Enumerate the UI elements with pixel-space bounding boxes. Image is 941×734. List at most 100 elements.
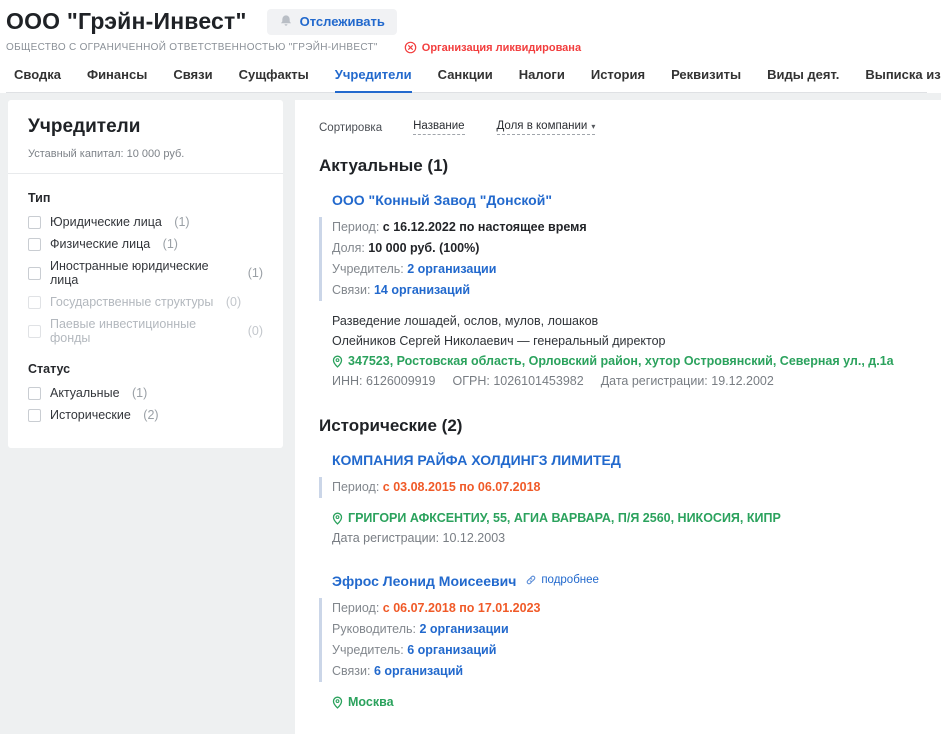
detail-row: Учредитель: 2 организации xyxy=(332,259,917,280)
filter-item-count: (1) xyxy=(174,215,189,229)
tab-vidy-deyat[interactable]: Виды деят. xyxy=(767,67,839,92)
filter-item-count: (1) xyxy=(132,386,147,400)
map-pin-icon xyxy=(332,696,343,709)
checkbox-foreign-legal-entities[interactable] xyxy=(28,267,41,280)
company-header: ООО "Грэйн-Инвест" Отслеживать ОБЩЕСТВО … xyxy=(0,0,941,93)
sort-label: Сортировка xyxy=(319,122,382,134)
founder-card: КОМПАНИЯ РАЙФА ХОЛДИНГЗ ЛИМИТЕД Период: с… xyxy=(319,452,917,546)
meta-item: Дата регистрации: 19.12.2002 xyxy=(601,373,774,389)
follow-button[interactable]: Отслеживать xyxy=(267,9,397,35)
tab-sankcii[interactable]: Санкции xyxy=(438,67,493,92)
filter-item-individuals[interactable]: Физические лица (1) xyxy=(28,237,263,251)
sort-options: Название Доля в компании▾ xyxy=(413,120,595,135)
detail-row: Период: с 03.08.2015 по 06.07.2018 xyxy=(332,477,917,498)
charter-capital: Уставный капитал: 10 000 руб. xyxy=(28,148,263,173)
info-block: Разведение лошадей, ослов, мулов, лошако… xyxy=(332,313,917,389)
page-content: Учредители Уставный капитал: 10 000 руб.… xyxy=(0,93,941,734)
meta-item: Дата регистрации: 10.12.2003 xyxy=(332,530,505,546)
page-title: ООО "Грэйн-Инвест" xyxy=(6,8,247,35)
founder-card: ООО "Конный Завод "Донской" Период: с 16.… xyxy=(319,192,917,389)
founder-sections: Актуальные (1) ООО "Конный Завод "Донской… xyxy=(319,156,917,710)
detail-label: Руководитель: xyxy=(332,622,419,636)
filter-item-foreign-legal-entities[interactable]: Иностранные юридические лица (1) xyxy=(28,259,263,287)
map-pin-icon xyxy=(332,512,343,525)
address-line: ГРИГОРИ АФКСЕНТИУ, 55, АГИА ВАРВАРА, П/Я… xyxy=(332,510,917,526)
filter-item-count: (1) xyxy=(163,237,178,251)
checkbox-investment-funds xyxy=(28,325,41,338)
address-text: 347523, Ростовская область, Орловский ра… xyxy=(348,353,894,369)
filter-item-label: Актуальные xyxy=(50,386,123,400)
founder-link[interactable]: КОМПАНИЯ РАЙФА ХОЛДИНГЗ ЛИМИТЕД xyxy=(332,452,621,468)
info-block: Москва xyxy=(332,694,917,710)
checkbox-individuals[interactable] xyxy=(28,238,41,251)
filter-item-count: (0) xyxy=(248,324,263,338)
address-text: Москва xyxy=(348,694,394,710)
detail-row: Связи: 6 организаций xyxy=(332,661,917,682)
detail-value: с 16.12.2022 по настоящее время xyxy=(383,220,587,234)
info-text-line: Олейников Сергей Николаевич — генеральны… xyxy=(332,333,917,349)
caret-down-icon: ▾ xyxy=(591,122,595,131)
link-icon xyxy=(525,574,537,586)
filter-item-historical[interactable]: Исторические (2) xyxy=(28,408,263,422)
address-text: ГРИГОРИ АФКСЕНТИУ, 55, АГИА ВАРВАРА, П/Я… xyxy=(348,510,781,526)
detail-label: Связи: xyxy=(332,283,374,297)
filter-item-legal-entities[interactable]: Юридические лица (1) xyxy=(28,215,263,229)
filter-item-label: Государственные структуры xyxy=(50,295,217,309)
detail-label: Связи: xyxy=(332,664,374,678)
detail-label: Доля: xyxy=(332,241,368,255)
filter-item-label: Иностранные юридические лица xyxy=(50,259,239,287)
tab-rekvizity[interactable]: Реквизиты xyxy=(671,67,741,92)
sort-row: Сортировка Название Доля в компании▾ xyxy=(319,114,917,137)
tab-finansy[interactable]: Финансы xyxy=(87,67,147,92)
filter-group-title-type: Тип xyxy=(28,191,263,205)
filters-sidebar: Учредители Уставный капитал: 10 000 руб.… xyxy=(8,100,283,448)
detail-row: Период: с 06.07.2018 по 17.01.2023 xyxy=(332,598,917,619)
filter-item-label: Физические лица xyxy=(50,237,154,251)
checkbox-legal-entities[interactable] xyxy=(28,216,41,229)
detail-value[interactable]: 6 организаций xyxy=(407,643,496,657)
filter-item-label: Юридические лица xyxy=(50,215,165,229)
section-title: Актуальные (1) xyxy=(319,156,917,176)
checkbox-historical[interactable] xyxy=(28,409,41,422)
meta-item: ОГРН: 1026101453982 xyxy=(453,373,584,389)
checkbox-government-structures xyxy=(28,296,41,309)
address-line: Москва xyxy=(332,694,917,710)
detail-block: Период: с 03.08.2015 по 06.07.2018 xyxy=(319,477,917,498)
tab-svodka[interactable]: Сводка xyxy=(14,67,61,92)
tab-uchrediteli[interactable]: Учредители xyxy=(335,67,412,93)
detail-label: Период: xyxy=(332,220,383,234)
detail-value[interactable]: 2 организации xyxy=(407,262,496,276)
more-details-link[interactable]: подробнее xyxy=(525,574,599,586)
tab-svyazi[interactable]: Связи xyxy=(173,67,212,92)
filter-item-government-structures: Государственные структуры (0) xyxy=(28,295,263,309)
sort-option-by-name[interactable]: Название xyxy=(413,120,464,135)
filter-item-investment-funds: Паевые инвестиционные фонды (0) xyxy=(28,317,263,345)
checkbox-actual[interactable] xyxy=(28,387,41,400)
founder-link[interactable]: Эфрос Леонид Моисеевич xyxy=(332,573,516,589)
detail-value[interactable]: 14 организаций xyxy=(374,283,470,297)
sidebar-divider xyxy=(8,173,283,174)
tab-vypiska-egrul[interactable]: Выписка из ЕГРЮЛ xyxy=(865,67,941,92)
filter-item-label: Исторические xyxy=(50,408,134,422)
founder-card-title-row: ООО "Конный Завод "Донской" xyxy=(332,192,917,208)
detail-value: 10 000 руб. (100%) xyxy=(368,241,479,255)
founder-link[interactable]: ООО "Конный Завод "Донской" xyxy=(332,192,552,208)
detail-value[interactable]: 6 организаций xyxy=(374,664,463,678)
section-title: Исторические (2) xyxy=(319,416,917,436)
tab-istoriya[interactable]: История xyxy=(591,67,645,92)
filter-item-count: (0) xyxy=(226,295,241,309)
detail-value[interactable]: 2 организации xyxy=(419,622,508,636)
filter-item-actual[interactable]: Актуальные (1) xyxy=(28,386,263,400)
detail-value: с 06.07.2018 по 17.01.2023 xyxy=(383,601,541,615)
more-details-label: подробнее xyxy=(541,574,599,586)
detail-row: Руководитель: 2 организации xyxy=(332,619,917,640)
circle-x-icon xyxy=(404,41,417,54)
tab-nalogi[interactable]: Налоги xyxy=(519,67,565,92)
filter-item-label: Паевые инвестиционные фонды xyxy=(50,317,239,345)
filter-item-count: (2) xyxy=(143,408,158,422)
sort-option-by-share[interactable]: Доля в компании▾ xyxy=(497,120,596,135)
filter-item-count: (1) xyxy=(248,266,263,280)
tab-suschfakty[interactable]: Сущфакты xyxy=(239,67,309,92)
detail-row: Доля: 10 000 руб. (100%) xyxy=(332,238,917,259)
status-badge-label: Организация ликвидирована xyxy=(422,42,581,54)
